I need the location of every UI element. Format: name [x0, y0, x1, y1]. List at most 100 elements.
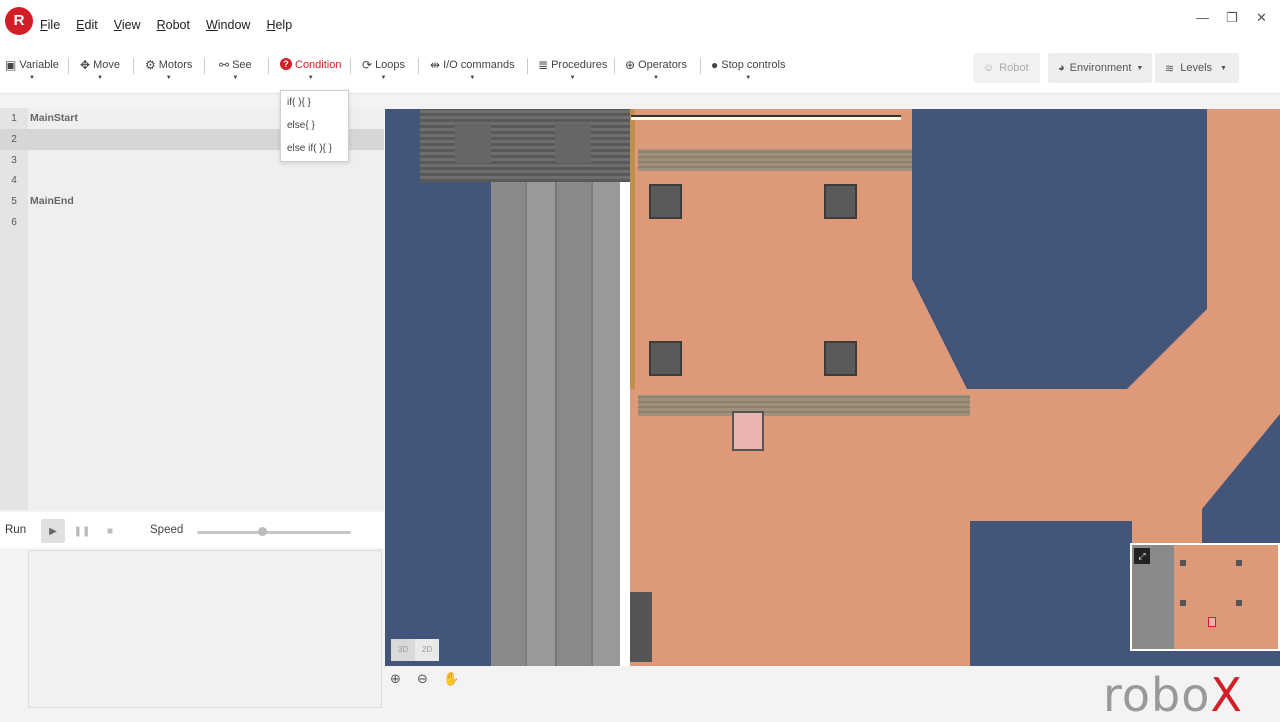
code-line[interactable]: 6	[0, 212, 384, 233]
pillar	[824, 184, 857, 219]
pan-hand-icon[interactable]: ✋	[443, 671, 459, 687]
minimap-robot	[1208, 617, 1216, 627]
title-bar: R File Edit View Robot Window Help — ❐ ✕	[0, 0, 1280, 48]
run-bar: Run ▶ ❚❚ ■ Speed	[0, 512, 384, 548]
pause-button[interactable]: ❚❚	[70, 519, 94, 543]
roof-tiles	[420, 109, 632, 182]
minimap[interactable]: ⤢	[1130, 543, 1280, 651]
code-editor[interactable]: 1 MainStart 2 3 4 5 MainEnd 6	[0, 108, 384, 510]
code-line[interactable]: 4	[0, 170, 384, 191]
toolbar-divider	[68, 58, 69, 74]
toolbar-divider	[527, 58, 528, 74]
menu-bar: File Edit View Robot Window Help	[40, 18, 308, 32]
levels-button[interactable]: ≋ Levels ▼	[1155, 53, 1239, 83]
brand-logo: roboX	[1103, 668, 1243, 722]
speed-slider-handle[interactable]	[258, 527, 267, 536]
toolbar-motors[interactable]: ⚙ Motors ▼	[145, 58, 192, 84]
robot-sprite[interactable]	[732, 411, 764, 451]
pillar	[649, 341, 682, 376]
variable-icon: ▣	[5, 58, 17, 72]
zoom-in-icon[interactable]: ⊕	[390, 671, 401, 687]
pillar	[824, 341, 857, 376]
chevron-down-icon: ▼	[569, 75, 576, 81]
run-label: Run	[5, 524, 27, 536]
toolbar-divider	[700, 58, 701, 74]
code-line[interactable]: 5 MainEnd	[0, 191, 384, 212]
menu-robot[interactable]: Robot	[157, 18, 190, 32]
globe-icon: ◕	[1058, 62, 1065, 74]
toolbar-divider	[350, 58, 351, 74]
roof-vent	[555, 123, 591, 163]
menu-item-else[interactable]: else{ }	[281, 114, 348, 137]
toolbar-operators[interactable]: ⊕ Operators ▼	[625, 58, 687, 84]
output-console	[28, 550, 382, 708]
speed-label: Speed	[150, 524, 184, 536]
chevron-down-icon: ▼	[1136, 64, 1144, 72]
robot-button[interactable]: ☺ Robot	[973, 53, 1040, 83]
chevron-down-icon: ▼	[97, 75, 103, 81]
robot-icon: ☺	[983, 62, 995, 74]
menu-view[interactable]: View	[114, 18, 141, 32]
plank-strip	[638, 149, 912, 171]
floor-area	[630, 389, 968, 666]
toolbar-procedures[interactable]: ≣ Procedures ▼	[538, 58, 607, 84]
chevron-down-icon: ▼	[380, 75, 387, 81]
menu-item-if[interactable]: if( ){ }	[281, 91, 348, 114]
gear-icon: ⚙	[145, 58, 156, 72]
chevron-down-icon: ▼	[307, 75, 314, 81]
view-mode-toggle: 3D 2D	[391, 639, 439, 661]
chevron-down-icon: ▼	[469, 75, 476, 81]
white-strip	[620, 182, 630, 666]
chevron-down-icon: ▼	[165, 75, 172, 81]
app-logo: R	[5, 7, 33, 35]
layers-icon: ≋	[1165, 62, 1175, 75]
toolbar-stop-controls[interactable]: ● Stop controls ▼	[711, 58, 785, 84]
restore-button[interactable]: ❐	[1226, 10, 1238, 26]
menu-window[interactable]: Window	[206, 18, 250, 32]
toolbar-move[interactable]: ✥ Move ▼	[80, 58, 120, 84]
speed-slider[interactable]	[197, 531, 351, 534]
view-2d-button[interactable]: 2D	[415, 639, 439, 661]
list-icon: ≣	[538, 58, 549, 72]
menu-edit[interactable]: Edit	[76, 18, 98, 32]
chevron-down-icon: ▼	[653, 75, 659, 81]
view-3d-button[interactable]: 3D	[391, 639, 415, 661]
toolbar-divider	[614, 58, 615, 74]
toolbar-divider	[418, 58, 419, 74]
toolbar-divider	[204, 58, 205, 74]
binoculars-icon: ⚯	[219, 58, 230, 72]
toolbar-condition[interactable]: ? Condition ▼	[280, 58, 341, 84]
toolbar-see[interactable]: ⚯ See ▼	[219, 58, 252, 84]
play-button[interactable]: ▶	[41, 519, 65, 543]
io-icon: ⇹	[430, 58, 441, 72]
chevron-down-icon: ▼	[1220, 64, 1227, 72]
condition-dropdown: if( ){ } else{ } else if( ){ }	[280, 90, 349, 162]
chevron-down-icon: ▼	[232, 75, 239, 81]
close-button[interactable]: ✕	[1256, 10, 1267, 26]
plank-strip	[638, 395, 970, 416]
plus-circle-icon: ⊕	[625, 58, 636, 72]
expand-icon[interactable]: ⤢	[1134, 548, 1150, 564]
move-icon: ✥	[80, 58, 91, 72]
stop-button[interactable]: ■	[98, 519, 122, 543]
zoom-out-icon[interactable]: ⊖	[417, 671, 428, 687]
environment-button[interactable]: ◕ Environment ▼	[1048, 53, 1152, 83]
roof-vent	[455, 123, 491, 163]
toolbar-loops[interactable]: ⟳ Loops ▼	[362, 58, 405, 84]
menu-file[interactable]: File	[40, 18, 60, 32]
top-rail	[631, 115, 901, 120]
minimize-button[interactable]: —	[1196, 10, 1209, 25]
question-icon: ?	[280, 58, 292, 70]
loop-icon: ⟳	[362, 58, 373, 72]
toolbar-io-commands[interactable]: ⇹ I/O commands ▼	[430, 58, 515, 84]
menu-item-else-if[interactable]: else if( ){ }	[281, 137, 348, 160]
chevron-down-icon: ▼	[745, 75, 752, 81]
toolbar-divider	[268, 58, 269, 74]
pillar	[649, 184, 682, 219]
wall-block	[630, 592, 652, 662]
stop-icon: ●	[711, 58, 719, 72]
toolbar-variable[interactable]: ▣ Variable ▼	[5, 58, 59, 84]
menu-help[interactable]: Help	[266, 18, 292, 32]
stone-wall	[491, 182, 620, 666]
toolbar-divider	[133, 58, 134, 74]
